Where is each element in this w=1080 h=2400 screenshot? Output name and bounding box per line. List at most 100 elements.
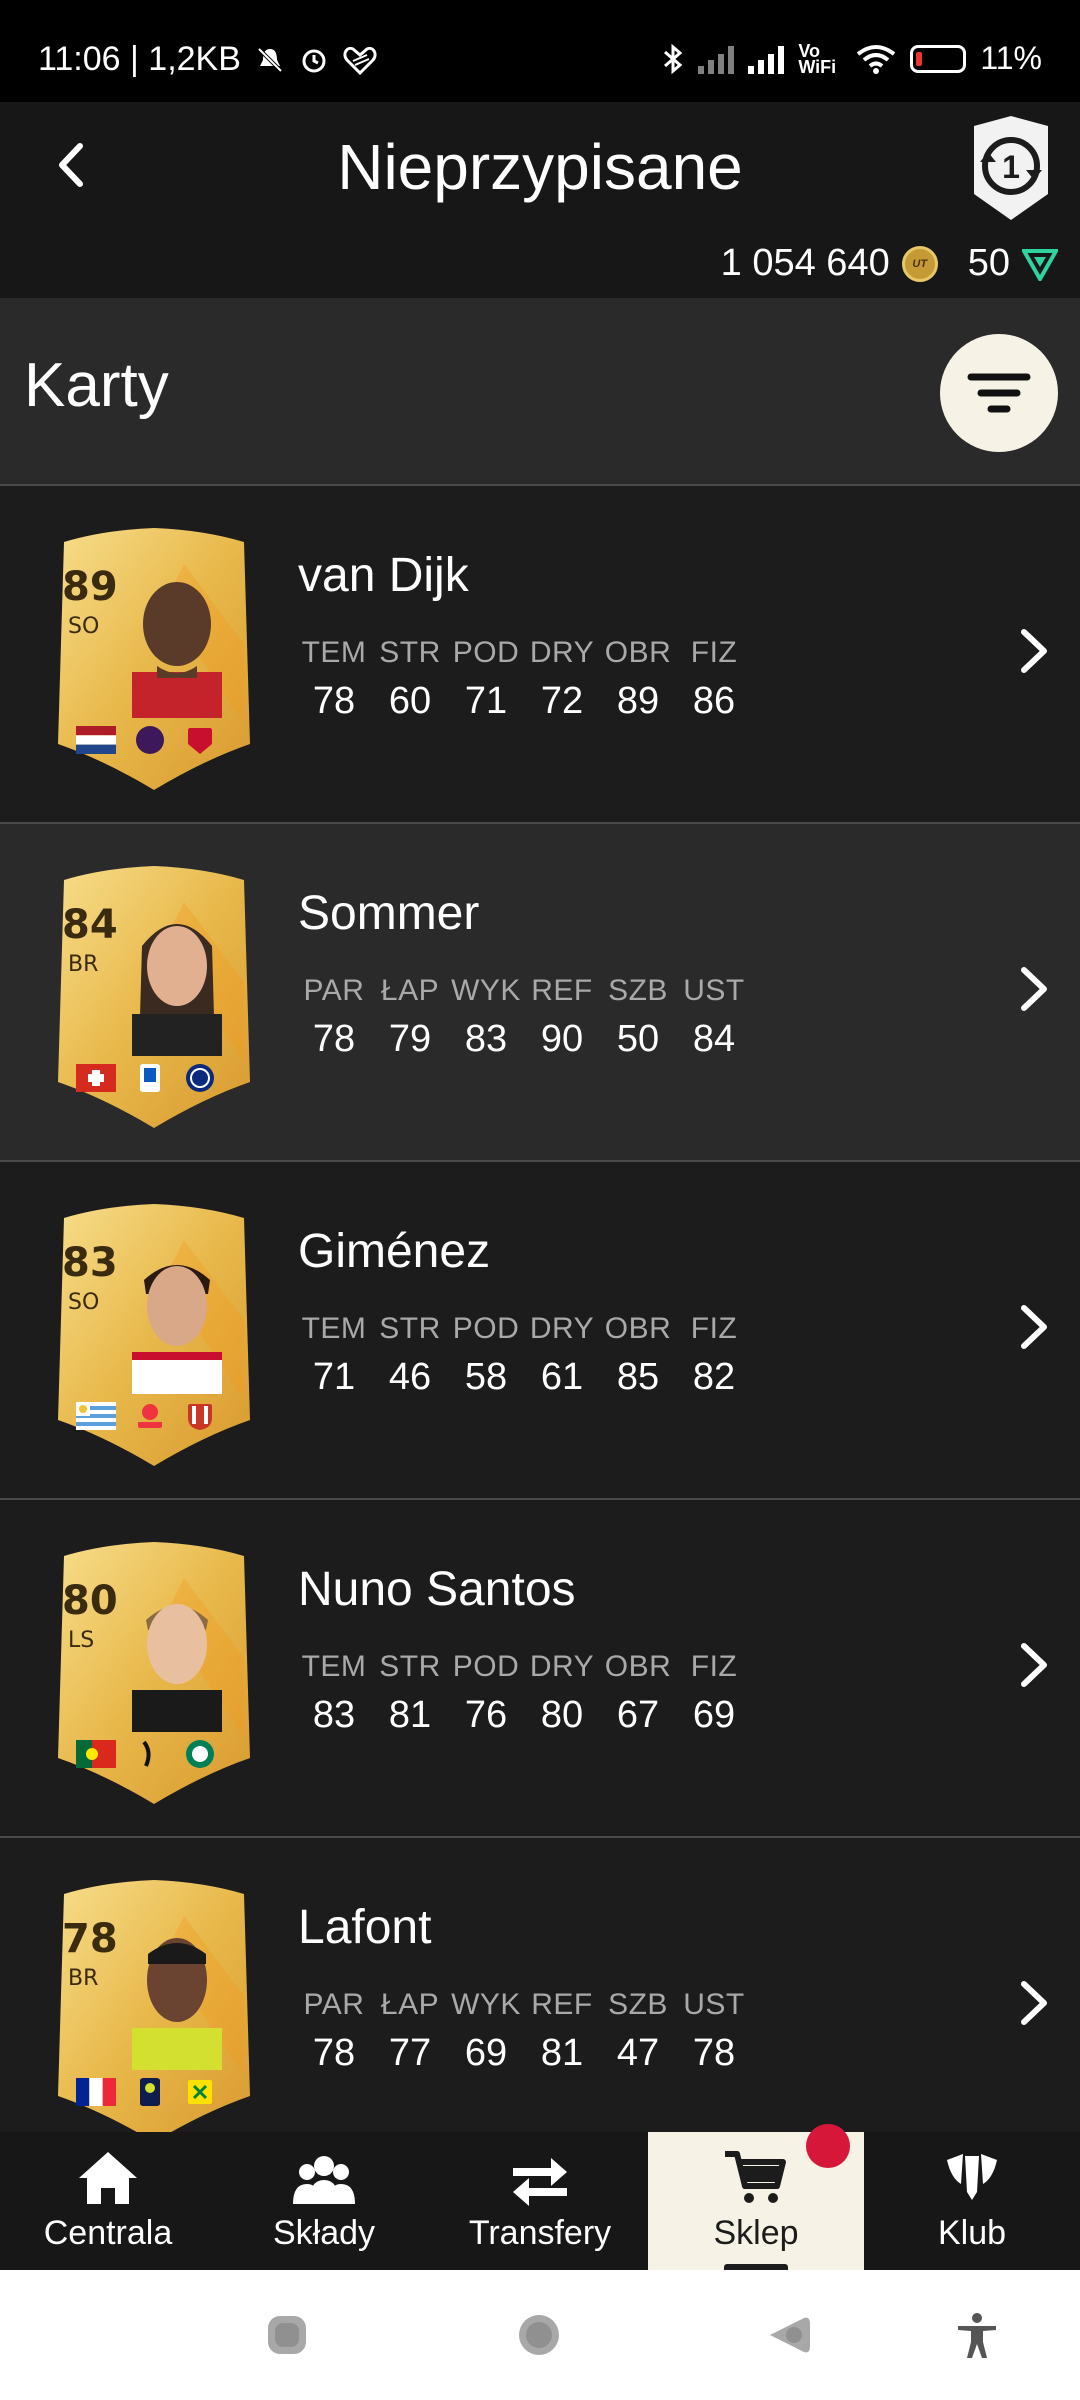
chevron-right-icon[interactable] <box>1014 1638 1054 1692</box>
nav-label: Składy <box>272 2214 376 2252</box>
stat-label: PAR <box>303 1988 365 2021</box>
player-stats: PAR 78 ŁAP 79 WYK 83 REF 90 SZB 50 UST 84 <box>296 974 752 1061</box>
filter-icon <box>967 373 1031 413</box>
home-button-icon[interactable] <box>514 2310 564 2360</box>
back-button-icon[interactable] <box>764 2310 814 2360</box>
stat-label: FIZ <box>690 1312 738 1345</box>
player-stats: TEM 71 STR 46 POD 58 DRY 61 OBR 85 FIZ 82 <box>296 1312 752 1399</box>
league-icon <box>138 1404 162 1428</box>
stat-label: POD <box>452 1650 520 1683</box>
stat-value: 81 <box>388 1694 432 1736</box>
player-row[interactable]: 84 BR Sommer PAR 78 ŁAP 79 WYK 83 REF 90 SZB… <box>0 824 1080 1162</box>
player-card: 78 BR <box>44 1876 264 2144</box>
player-name: van Dijk <box>298 549 469 602</box>
chevron-right-icon[interactable] <box>1014 624 1054 678</box>
stat-value: 86 <box>692 680 736 722</box>
card-position: LS <box>68 1628 95 1653</box>
alarm-icon <box>302 49 326 72</box>
stat-value: 78 <box>312 2032 356 2074</box>
stat-value: 81 <box>540 2032 584 2074</box>
player-photo <box>132 1604 222 1732</box>
chevron-right-icon[interactable] <box>1014 1300 1054 1354</box>
club-crest-icon <box>186 1740 214 1768</box>
player-row[interactable]: 89 SO van Dijk TEM 78 STR 60 POD 71 DRY 72 O… <box>0 486 1080 824</box>
vowifi-label: Vo WiFi <box>798 40 837 77</box>
stat-value: 78 <box>312 680 356 722</box>
page-title: Nieprzypisane <box>337 131 743 203</box>
nav-item-transfery[interactable]: Transfery <box>432 2132 648 2270</box>
stat-value: 78 <box>692 2032 736 2074</box>
player-photo <box>132 924 222 1056</box>
league-icon <box>140 1064 160 1092</box>
transfer-icon <box>513 2158 567 2206</box>
wifi-icon <box>857 44 896 74</box>
nav-label: Klub <box>937 2214 1007 2252</box>
stat-label: SZB <box>608 1988 668 2021</box>
stat-label: WYK <box>451 1988 521 2021</box>
stat-value: 46 <box>388 1356 432 1398</box>
section-title: Karty <box>24 351 169 420</box>
player-name: Giménez <box>298 1225 491 1278</box>
stat-label: POD <box>452 636 520 669</box>
stat-value: 71 <box>312 1356 356 1398</box>
currency-bar: 1 054 640 UT 50 <box>721 242 1058 285</box>
nav-label: Sklep <box>713 2214 799 2252</box>
stat-value: 90 <box>540 1018 584 1060</box>
nav-item-sklady[interactable]: Składy <box>216 2132 432 2270</box>
stat-label: WYK <box>451 974 521 1007</box>
card-rating: 78 <box>62 1916 118 1962</box>
stat-value: 78 <box>312 1018 356 1060</box>
card-rating: 83 <box>62 1240 118 1286</box>
stat-label: DRY <box>529 1650 595 1683</box>
league-icon <box>136 726 164 754</box>
stat-label: FIZ <box>690 1650 738 1683</box>
status-bar: 11:06 | 1,2KB Vo WiFi 11% <box>0 0 1080 102</box>
stat-label: STR <box>379 1312 441 1345</box>
player-row[interactable]: 80 LS Nuno Santos TEM 83 STR 81 POD 76 DRY 8… <box>0 1500 1080 1838</box>
club-crest-icon <box>186 1064 214 1092</box>
stat-label: REF <box>531 1988 593 2021</box>
notification-dot <box>806 2124 850 2168</box>
player-card: 84 BR <box>44 862 264 1130</box>
stat-value: 69 <box>692 1694 736 1736</box>
card-rating: 80 <box>62 1578 118 1624</box>
stat-label: TEM <box>301 1312 367 1345</box>
club-crest-icon <box>188 1404 212 1430</box>
nav-item-centrala[interactable]: Centrala <box>0 2132 216 2270</box>
top-header: Nieprzypisane 1 1 054 640 UT 50 <box>0 102 1080 298</box>
filter-button[interactable] <box>940 334 1058 452</box>
recent-apps-icon[interactable] <box>262 2310 312 2360</box>
stat-label: TEM <box>301 1650 367 1683</box>
chevron-right-icon[interactable] <box>1014 1976 1054 2030</box>
player-name: Nuno Santos <box>298 1563 576 1616</box>
chevron-right-icon[interactable] <box>1014 962 1054 1016</box>
player-stats: TEM 78 STR 60 POD 71 DRY 72 OBR 89 FIZ 86 <box>296 636 752 723</box>
nav-item-sklep[interactable]: Sklep <box>648 2124 864 2270</box>
section-header: Karty <box>0 298 1080 486</box>
player-name: Lafont <box>298 1901 432 1954</box>
stat-label: OBR <box>604 1312 672 1345</box>
player-card: 83 SO <box>44 1200 264 1468</box>
accessibility-icon[interactable] <box>952 2310 1002 2360</box>
stat-label: POD <box>452 1312 520 1345</box>
stat-label: ŁAP <box>380 974 440 1007</box>
battery-icon <box>910 44 967 73</box>
home-icon <box>79 2152 137 2204</box>
stat-value: 77 <box>388 2032 432 2074</box>
stat-value: 84 <box>692 1018 736 1060</box>
stat-value: 80 <box>540 1694 584 1736</box>
heart-app-icon <box>343 46 377 75</box>
svg-text:1: 1 <box>1002 149 1020 185</box>
card-position: SO <box>68 1290 100 1315</box>
league-icon <box>140 2078 160 2106</box>
signal-icon-2 <box>748 44 785 74</box>
player-row[interactable]: 83 SO Giménez TEM 71 STR 46 POD 58 DRY 61 OB… <box>0 1162 1080 1500</box>
nav-item-klub[interactable]: Klub <box>864 2132 1080 2270</box>
player-row[interactable]: 78 BR Lafont PAR 78 ŁAP 77 WYK 69 REF 81 SZB… <box>0 1838 1080 2176</box>
stat-label: OBR <box>604 636 672 669</box>
stat-label: ŁAP <box>380 1988 440 2021</box>
evolution-badge-icon[interactable]: 1 <box>966 112 1056 224</box>
club-crest-icon <box>188 2080 212 2104</box>
squads-icon <box>293 2156 355 2204</box>
stat-label: REF <box>531 974 593 1007</box>
